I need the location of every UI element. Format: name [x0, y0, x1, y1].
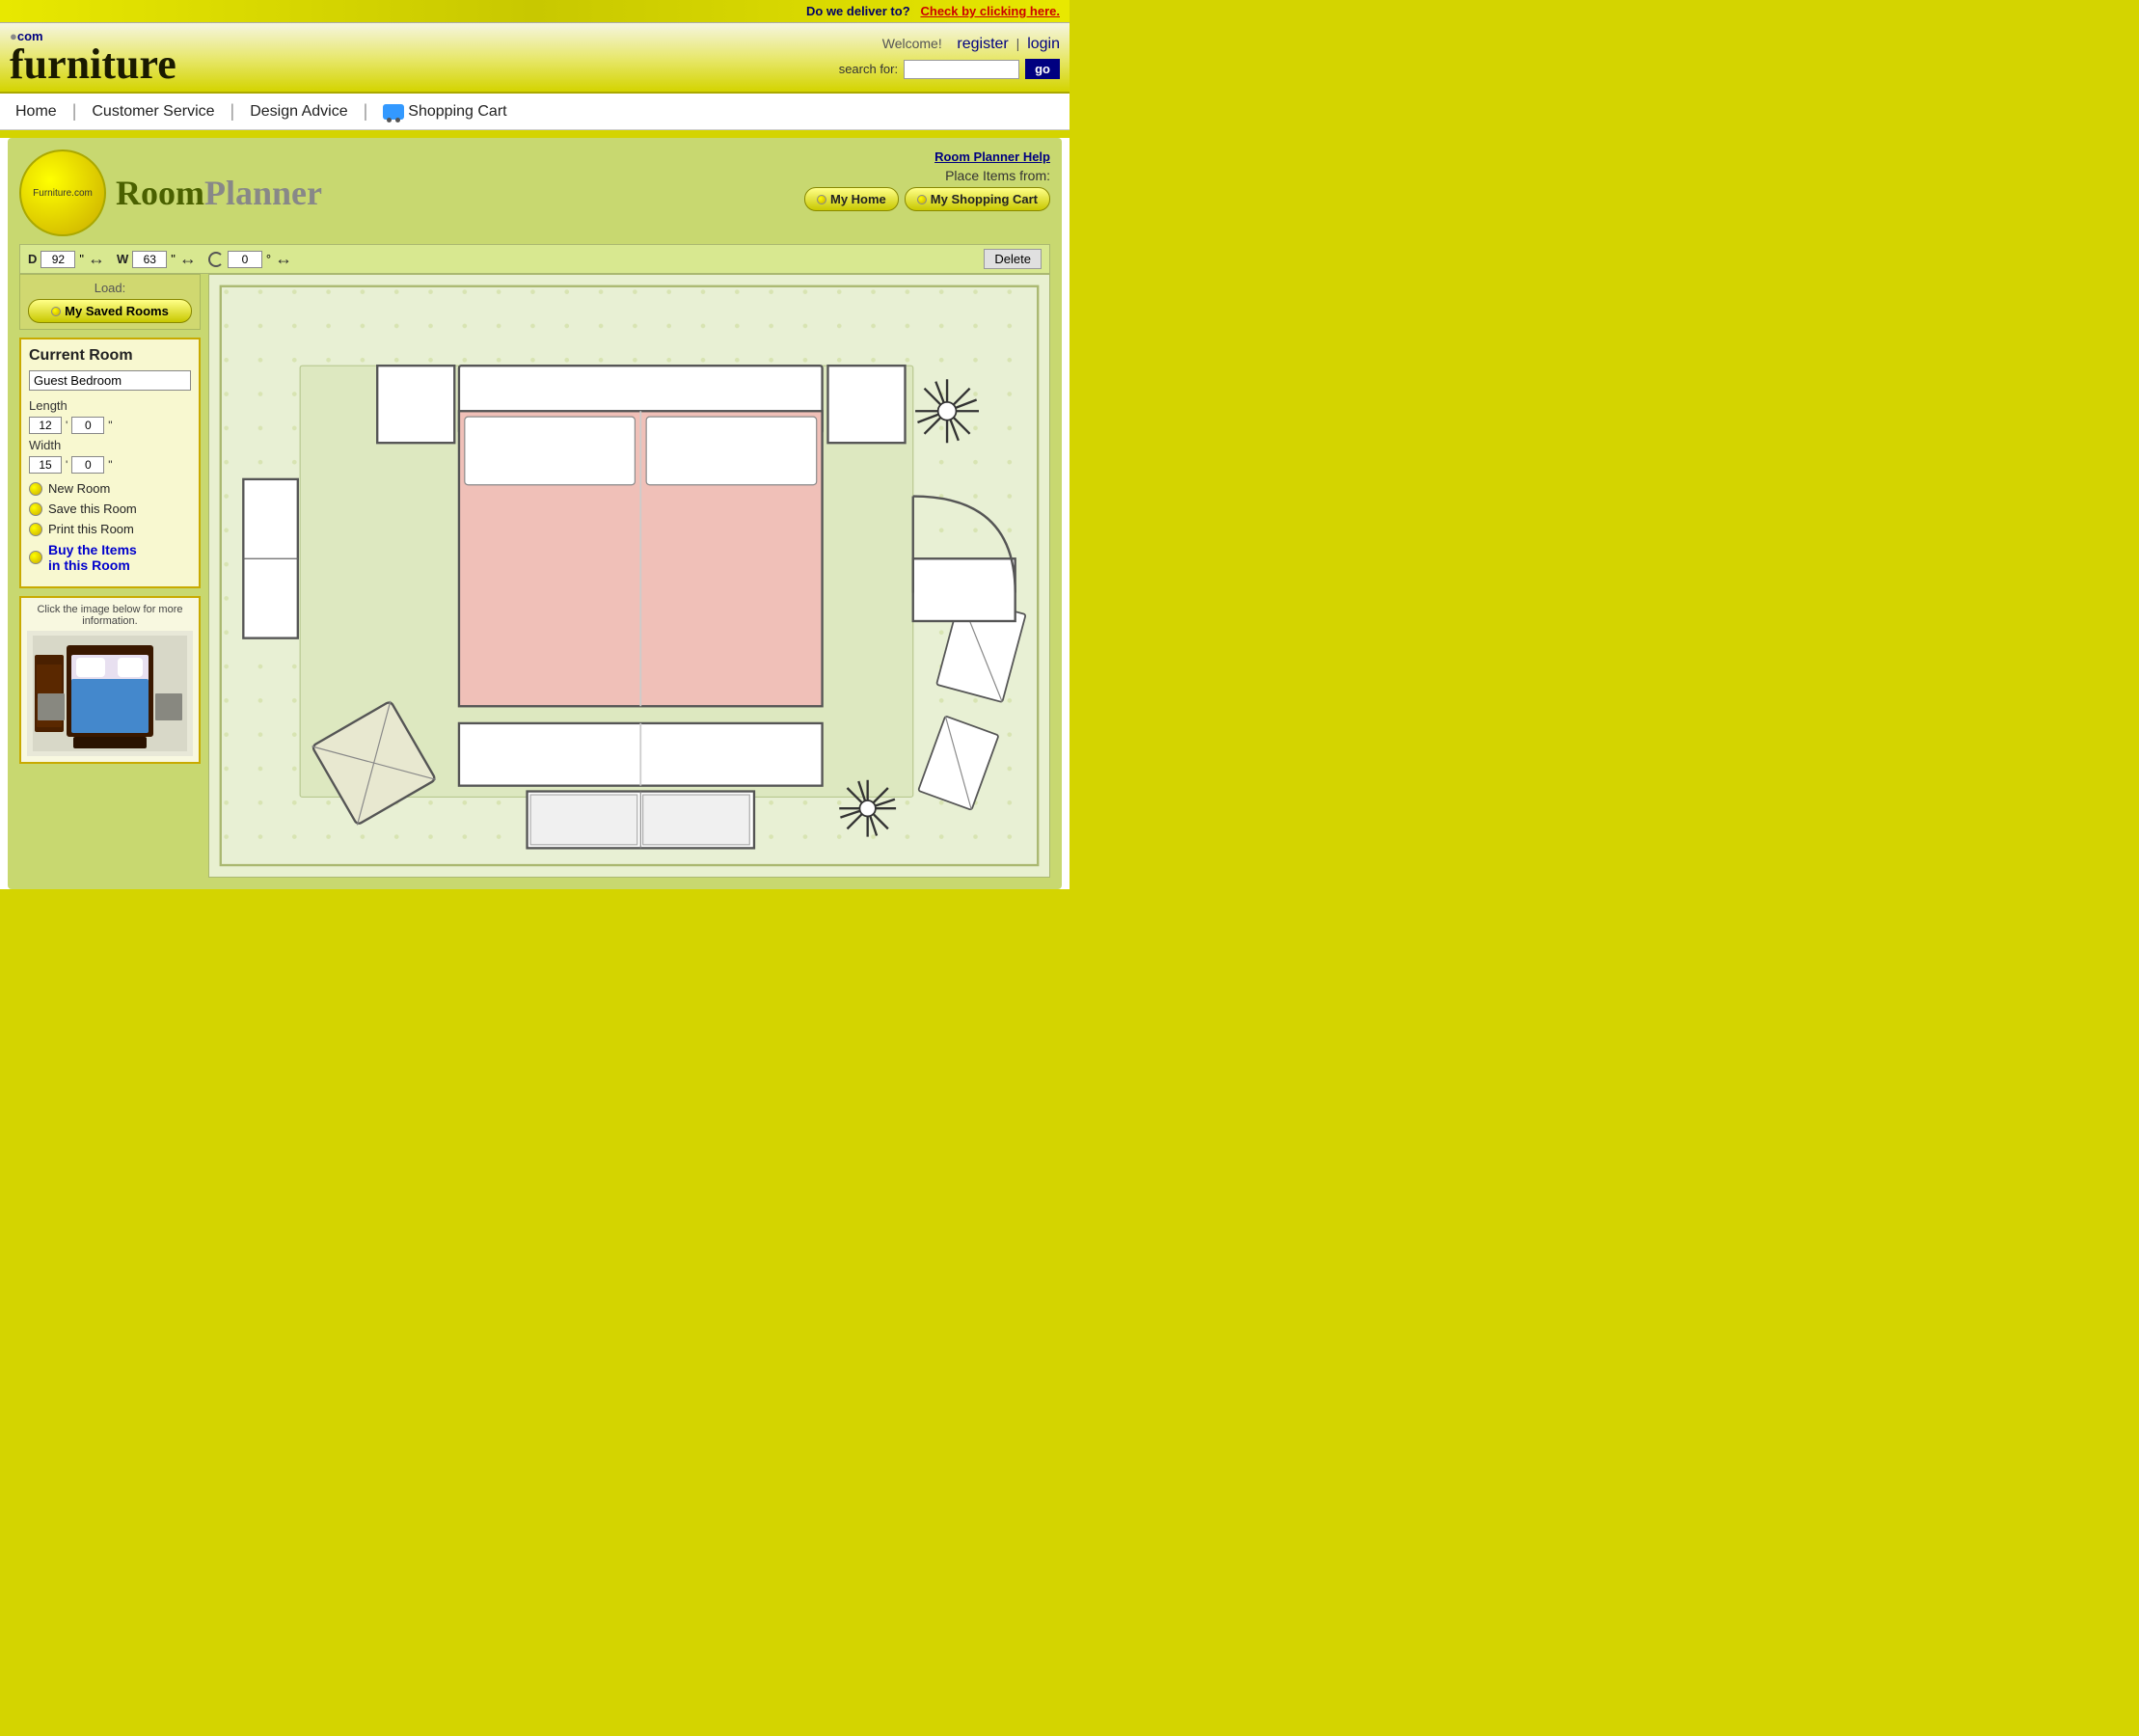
- rp-logo-text: RoomPlanner: [116, 176, 322, 210]
- room-canvas-svg: [209, 275, 1049, 877]
- load-label: Load:: [28, 281, 192, 295]
- load-btn-dot: [51, 307, 61, 316]
- rotate-input[interactable]: [228, 251, 262, 268]
- rp-logo-area: Furniture.com RoomPlanner: [19, 149, 322, 236]
- rotate-icon: [208, 252, 224, 267]
- welcome-text: Welcome!: [882, 36, 942, 51]
- save-room-row: Save this Room: [29, 502, 191, 516]
- my-saved-rooms-button[interactable]: My Saved Rooms: [28, 299, 192, 323]
- length-in-unit: ": [108, 419, 112, 432]
- width-in-unit: ": [108, 458, 112, 472]
- width-group: W " ↔: [117, 249, 197, 269]
- print-room-dot: [29, 523, 42, 536]
- info-box-image[interactable]: [27, 631, 193, 756]
- logo-main[interactable]: furniture: [10, 43, 176, 86]
- site-header: ●com furniture Welcome! register | login…: [0, 23, 1070, 94]
- cart-icon: [383, 104, 404, 120]
- length-label: Length: [29, 398, 68, 413]
- btn-dot-home: [817, 195, 826, 204]
- rp-sidebar: Load: My Saved Rooms Current Room Length: [19, 274, 201, 878]
- nav-bar: Home | Customer Service | Design Advice …: [0, 94, 1070, 130]
- width-in-input[interactable]: [71, 456, 104, 474]
- rp-place-items: Room Planner Help Place Items from: My H…: [804, 149, 1050, 211]
- go-button[interactable]: go: [1025, 59, 1060, 79]
- rotate-group: ° ↔: [208, 249, 292, 269]
- w-arrow: ↔: [179, 249, 197, 269]
- bed-preview-svg: [33, 636, 187, 751]
- width-ft-input[interactable]: [29, 456, 62, 474]
- rp-canvas[interactable]: [208, 274, 1050, 878]
- my-home-button[interactable]: My Home: [804, 187, 899, 211]
- new-room-dot: [29, 482, 42, 496]
- register-link[interactable]: register: [957, 36, 1008, 52]
- current-room-box: Current Room Length ' " Width: [19, 338, 201, 588]
- length-row: Length: [29, 398, 191, 413]
- footer: [0, 897, 1070, 945]
- w-unit: ": [171, 252, 176, 266]
- info-box: Click the image below for more informati…: [19, 596, 201, 764]
- cr-actions: New Room Save this Room Print this Room: [29, 481, 191, 573]
- buy-items-dot: [29, 551, 42, 564]
- header-top-links: Welcome! register | login: [839, 36, 1060, 53]
- search-row: search for: go: [839, 59, 1060, 79]
- my-shopping-cart-button[interactable]: My Shopping Cart: [905, 187, 1050, 211]
- length-ft-unit: ': [66, 419, 68, 432]
- search-input[interactable]: [904, 60, 1019, 79]
- buy-items-label[interactable]: Buy the Itemsin this Room: [48, 542, 137, 573]
- print-room-label[interactable]: Print this Room: [48, 522, 134, 536]
- d-label: D: [28, 252, 37, 266]
- btn-dot-cart: [917, 195, 927, 204]
- nav-customer-service[interactable]: Customer Service: [78, 103, 228, 121]
- rotate-unit: °: [266, 252, 271, 266]
- d-unit: ": [79, 252, 84, 266]
- length-in-input[interactable]: [71, 417, 104, 434]
- rp-room-label: RoomPlanner: [116, 176, 322, 210]
- room-name-input[interactable]: [29, 370, 191, 391]
- delivery-link[interactable]: Check by clicking here.: [920, 4, 1060, 18]
- nav-shopping-cart[interactable]: Shopping Cart: [369, 103, 520, 121]
- login-link[interactable]: login: [1027, 36, 1060, 52]
- print-room-row: Print this Room: [29, 522, 191, 536]
- save-room-dot: [29, 502, 42, 516]
- new-room-row: New Room: [29, 481, 191, 496]
- nav-home[interactable]: Home: [15, 103, 70, 121]
- width-ft-unit: ': [66, 458, 68, 472]
- header-right: Welcome! register | login search for: go: [839, 36, 1060, 79]
- place-items-label: Place Items from:: [804, 168, 1050, 183]
- width-row: Width: [29, 438, 191, 452]
- width-inputs: ' ": [29, 456, 191, 474]
- save-room-label[interactable]: Save this Room: [48, 502, 137, 516]
- rp-body: Load: My Saved Rooms Current Room Length: [19, 274, 1050, 878]
- rotate-arrow: ↔: [275, 249, 292, 269]
- delivery-label: Do we deliver to?: [806, 4, 910, 18]
- depth-group: D " ↔: [28, 249, 105, 269]
- rp-toolbar: D " ↔ W " ↔ ° ↔ Delete: [19, 244, 1050, 274]
- main-content: Furniture.com RoomPlanner Room Planner H…: [0, 138, 1070, 889]
- d-arrow: ↔: [88, 249, 105, 269]
- separator: |: [1016, 36, 1024, 51]
- rp-top: Furniture.com RoomPlanner Room Planner H…: [19, 149, 1050, 236]
- new-room-label[interactable]: New Room: [48, 481, 110, 496]
- depth-input[interactable]: [41, 251, 75, 268]
- rp-logo-circle: Furniture.com: [19, 149, 106, 236]
- logo-area: ●com furniture: [10, 29, 176, 86]
- current-room-title: Current Room: [29, 347, 191, 365]
- w-label: W: [117, 252, 128, 266]
- room-planner-wrapper: Furniture.com RoomPlanner Room Planner H…: [8, 138, 1062, 889]
- width-input[interactable]: [132, 251, 167, 268]
- room-planner-help-link[interactable]: Room Planner Help: [804, 149, 1050, 164]
- load-section: Load: My Saved Rooms: [19, 274, 201, 330]
- length-inputs: ' ": [29, 417, 191, 434]
- delivery-bar: Do we deliver to? Check by clicking here…: [0, 0, 1070, 23]
- info-box-label: Click the image below for more informati…: [27, 604, 193, 627]
- delete-button[interactable]: Delete: [984, 249, 1042, 269]
- search-label: search for:: [839, 62, 898, 76]
- buy-items-row: Buy the Itemsin this Room: [29, 542, 191, 573]
- place-buttons: My Home My Shopping Cart: [804, 187, 1050, 211]
- nav-design-advice[interactable]: Design Advice: [236, 103, 361, 121]
- length-ft-input[interactable]: [29, 417, 62, 434]
- width-label: Width: [29, 438, 68, 452]
